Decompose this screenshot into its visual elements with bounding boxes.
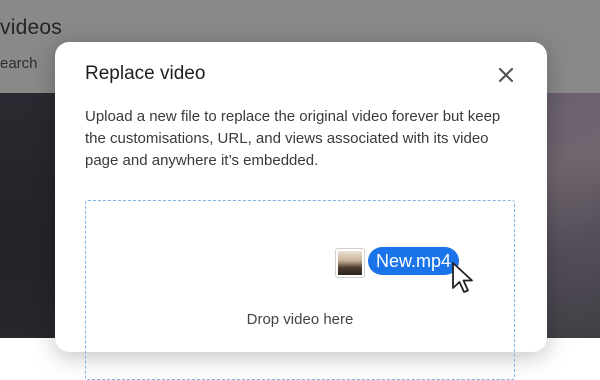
- video-dropzone[interactable]: New.mp4 Drop video here: [85, 200, 515, 380]
- close-button[interactable]: [494, 63, 518, 87]
- arrow-cursor-icon: [452, 262, 473, 293]
- dialog-title: Replace video: [85, 63, 206, 84]
- replace-video-dialog: Replace video Upload a new file to repla…: [55, 42, 547, 380]
- file-thumbnail: [336, 249, 364, 277]
- close-icon: [499, 68, 513, 82]
- dialog-description: Upload a new file to replace the origina…: [85, 108, 501, 169]
- drop-label: Drop video here: [246, 311, 354, 328]
- dragged-file-chip[interactable]: New.mp4: [368, 247, 460, 275]
